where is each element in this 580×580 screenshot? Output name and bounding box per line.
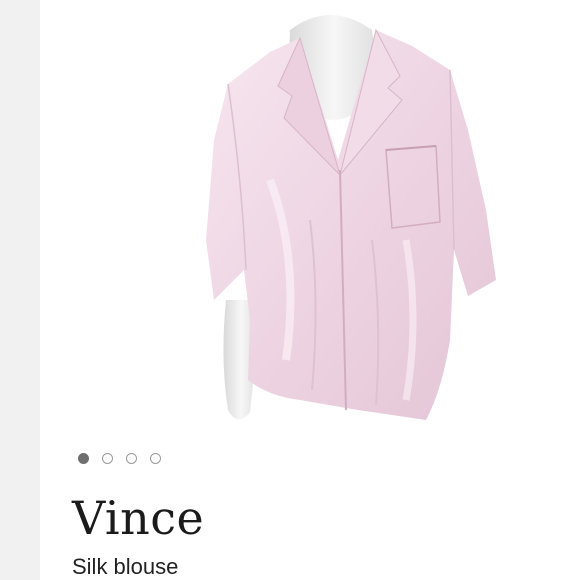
image-carousel-indicator	[78, 453, 161, 464]
carousel-dot-1[interactable]	[78, 453, 89, 464]
brand-title: Vince	[72, 491, 205, 545]
carousel-dot-4[interactable]	[150, 453, 161, 464]
left-margin-strip	[0, 0, 40, 580]
product-page: Vince Silk blouse	[0, 0, 580, 580]
carousel-dot-2[interactable]	[102, 453, 113, 464]
carousel-dot-3[interactable]	[126, 453, 137, 464]
product-image[interactable]	[150, 0, 510, 440]
product-subtitle: Silk blouse	[72, 554, 179, 579]
